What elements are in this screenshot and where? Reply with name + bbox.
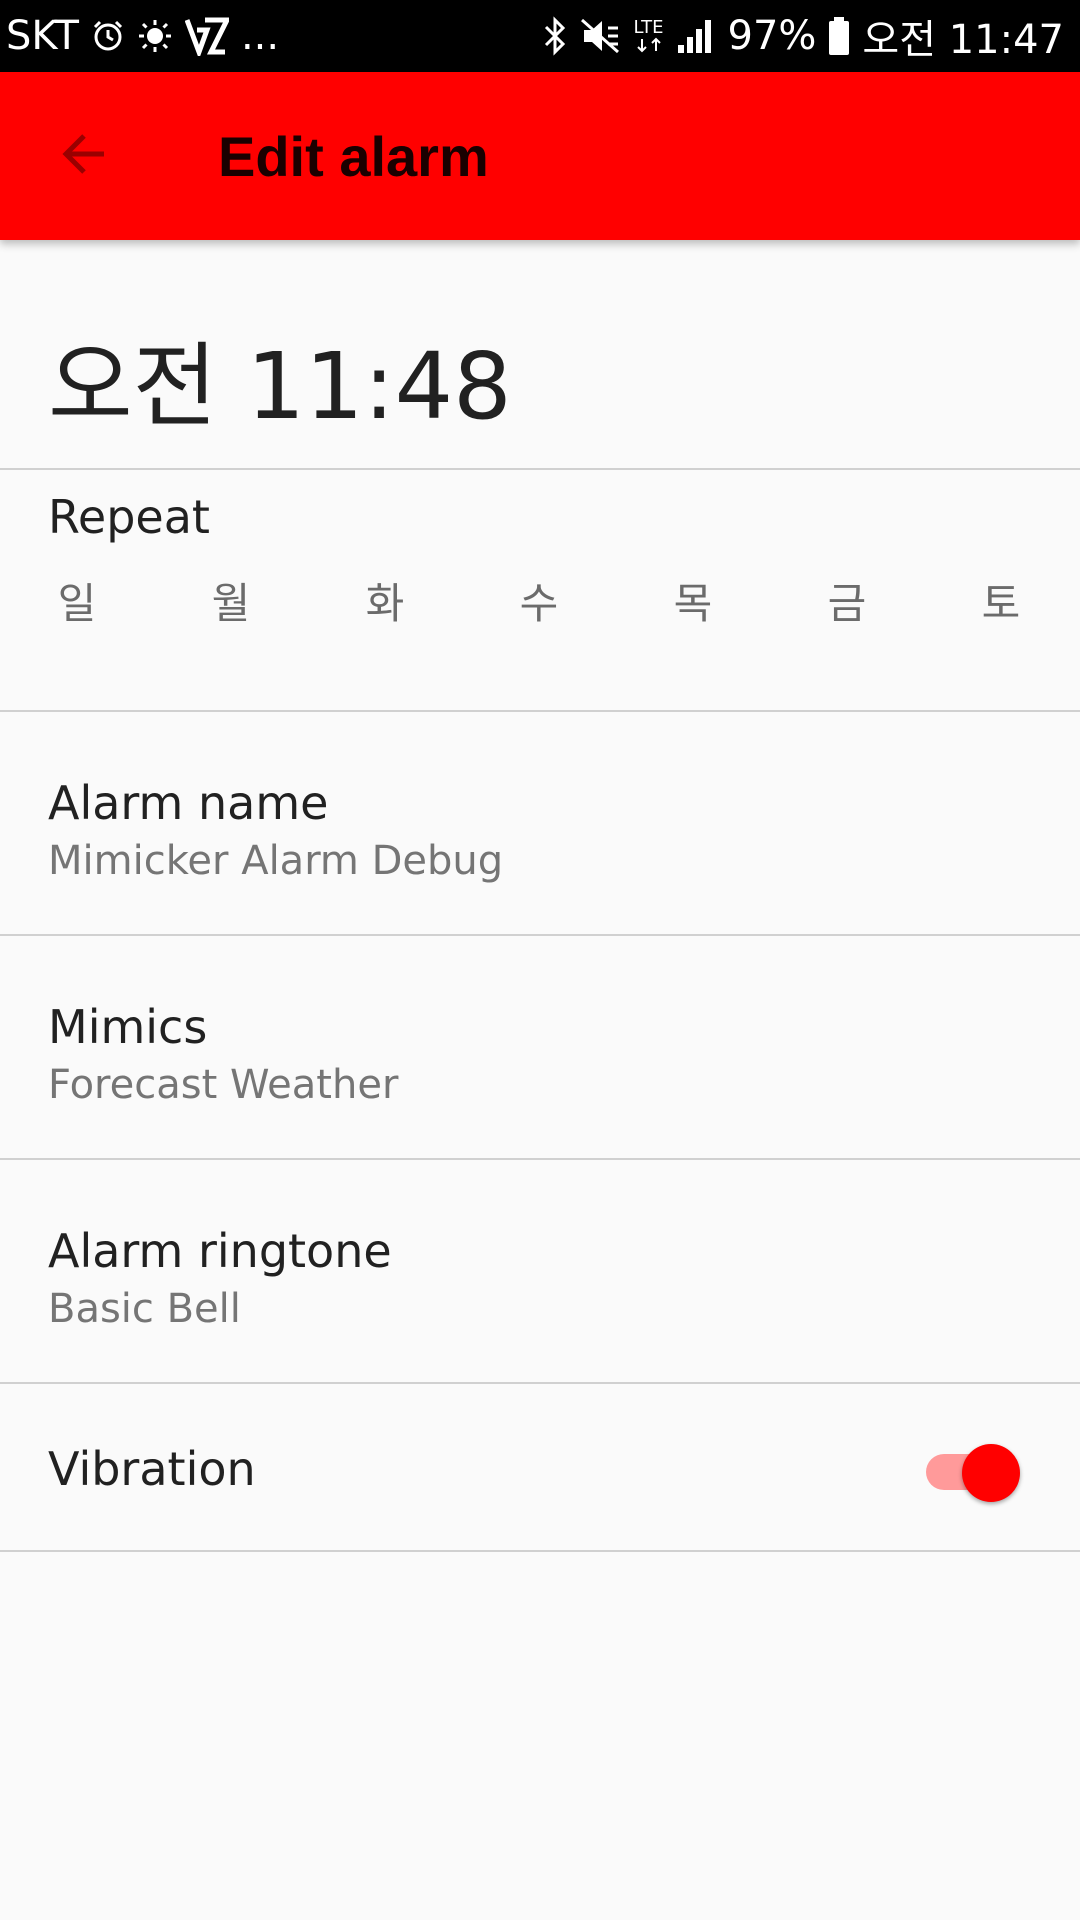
alarm-icon xyxy=(91,19,125,53)
alarm-name-value: Mimicker Alarm Debug xyxy=(48,838,504,884)
alarm-name-row[interactable]: Alarm name Mimicker Alarm Debug xyxy=(0,712,1080,936)
arrow-back-icon xyxy=(58,128,110,184)
lte-icon: LTE xyxy=(634,19,664,53)
vibration-label: Vibration xyxy=(48,1442,256,1496)
signal-icon xyxy=(676,17,716,55)
day-toggle-tue[interactable]: 화 xyxy=(335,570,435,631)
repeat-section: Repeat 일 월 화 수 목 금 토 xyxy=(0,470,1080,712)
mimics-row[interactable]: Mimics Forecast Weather xyxy=(0,936,1080,1160)
ringtone-row[interactable]: Alarm ringtone Basic Bell xyxy=(0,1160,1080,1384)
day-toggle-fri[interactable]: 금 xyxy=(797,570,897,631)
bluetooth-icon xyxy=(542,16,568,56)
lte-label: LTE xyxy=(633,17,664,38)
more-indicator: ... xyxy=(240,13,280,59)
battery-percent: 97% xyxy=(727,13,817,59)
day-toggle-wed[interactable]: 수 xyxy=(489,570,589,631)
app-icon xyxy=(184,16,229,56)
ringtone-value: Basic Bell xyxy=(48,1286,241,1332)
mimics-value: Forecast Weather xyxy=(48,1062,399,1108)
day-toggle-sun[interactable]: 일 xyxy=(27,570,127,631)
alarm-time[interactable]: 오전 11:48 xyxy=(48,312,512,445)
repeat-label: Repeat xyxy=(48,490,210,544)
vibration-toggle[interactable] xyxy=(926,1444,1022,1502)
day-toggle-thu[interactable]: 목 xyxy=(643,570,743,631)
carrier-label: SKT xyxy=(6,13,79,59)
status-bar-right: LTE 97% 오전 11:47 xyxy=(542,7,1064,65)
status-time: 오전 11:47 xyxy=(862,17,1064,63)
mimics-title: Mimics xyxy=(48,1000,208,1054)
alarm-name-title: Alarm name xyxy=(48,776,329,830)
app-bar: Edit alarm xyxy=(0,72,1080,240)
toggle-thumb xyxy=(962,1444,1020,1502)
page-title: Edit alarm xyxy=(218,124,489,188)
alarm-time-row[interactable]: 오전 11:48 xyxy=(0,240,1080,470)
mute-icon xyxy=(580,16,622,56)
back-button[interactable] xyxy=(0,72,168,240)
status-bar-left: SKT ... xyxy=(6,13,279,59)
brightness-icon xyxy=(137,18,173,54)
ringtone-title: Alarm ringtone xyxy=(48,1224,392,1278)
day-toggle-mon[interactable]: 월 xyxy=(181,570,281,631)
battery-icon xyxy=(828,16,850,56)
status-bar: SKT ... LTE 97% 오전 11:47 xyxy=(0,0,1080,72)
vibration-row[interactable]: Vibration xyxy=(0,1386,1080,1552)
day-toggle-sat[interactable]: 토 xyxy=(951,570,1051,631)
